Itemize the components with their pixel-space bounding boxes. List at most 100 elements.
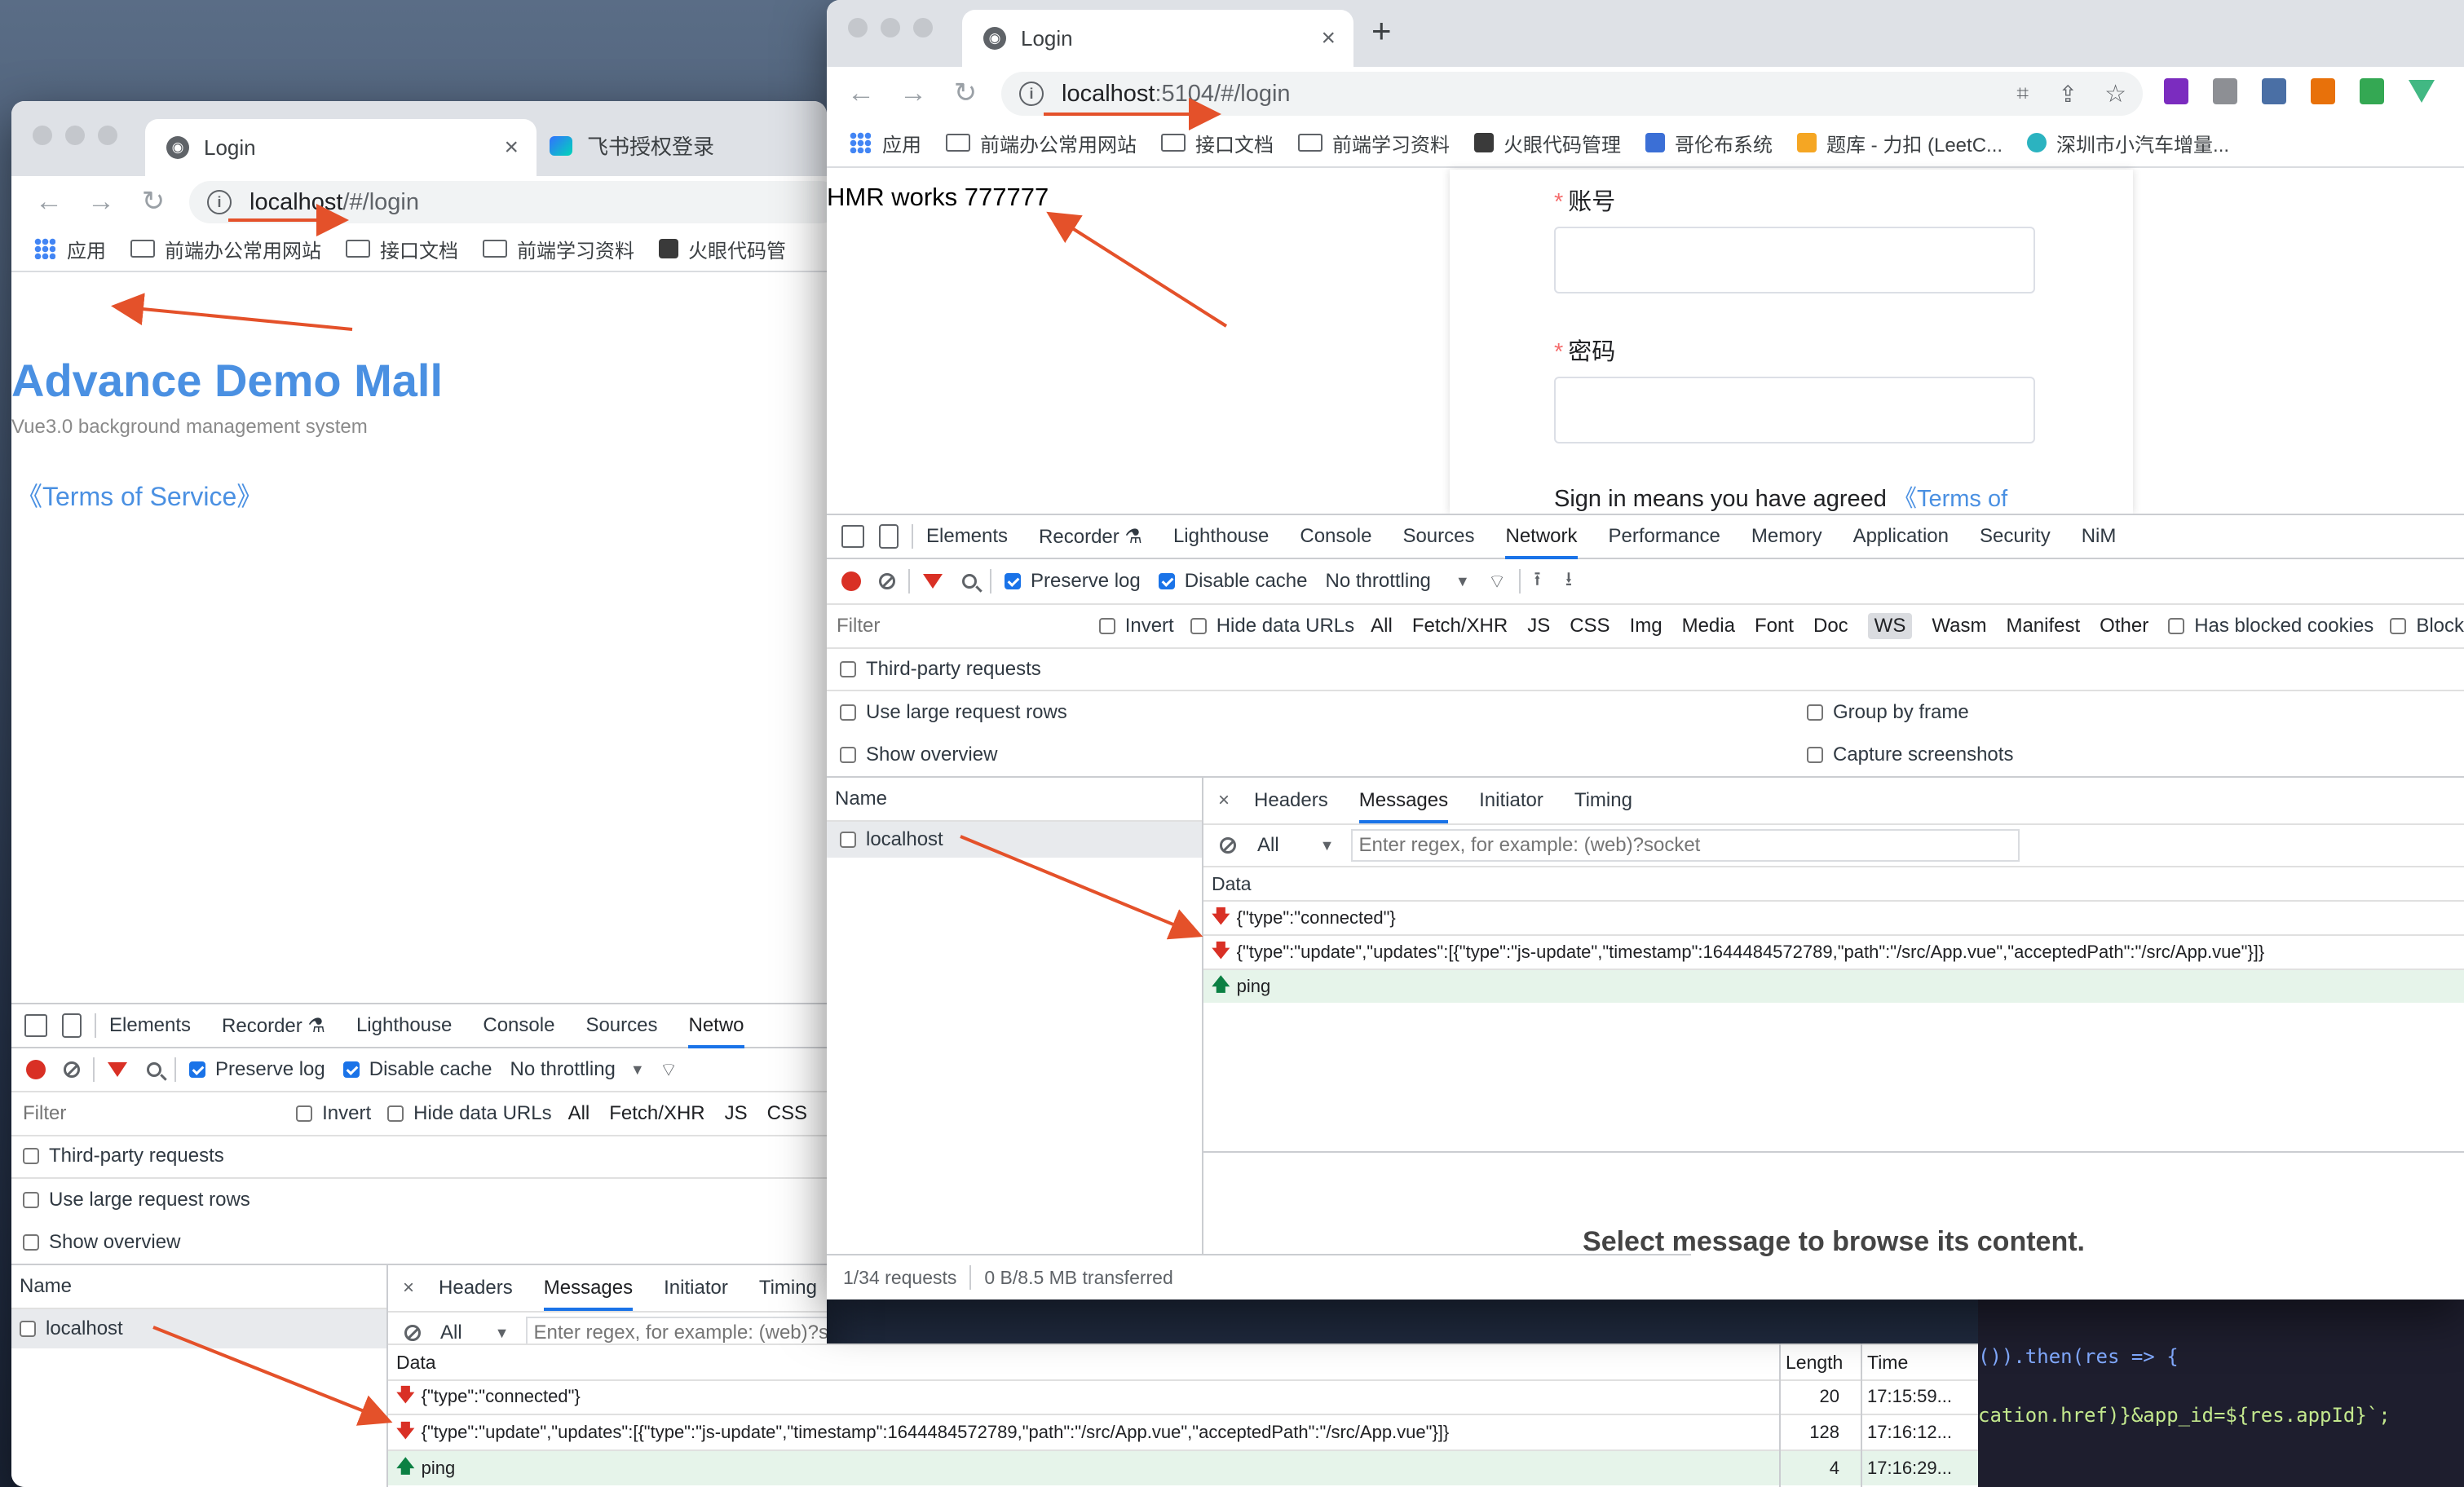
request-checkbox[interactable] — [20, 1321, 36, 1337]
record-icon[interactable] — [841, 571, 861, 591]
tab-recorder[interactable]: Recorder ⚗ — [1039, 525, 1142, 549]
type-js[interactable]: JS — [1527, 615, 1550, 638]
reload-icon[interactable]: ↻ — [939, 77, 991, 109]
request-row[interactable]: localhost — [11, 1309, 386, 1348]
extension-cube-icon[interactable] — [2360, 78, 2384, 104]
search-icon[interactable] — [147, 1062, 161, 1077]
capture-screenshots-checkbox[interactable] — [1807, 747, 1823, 763]
type-all[interactable]: All — [568, 1102, 590, 1125]
message-row[interactable]: 🡅 ping 4 17:16:29... — [388, 1451, 1978, 1485]
message-type-select[interactable]: All — [1257, 834, 1279, 857]
type-manifest[interactable]: Manifest — [2006, 615, 2080, 638]
tab-initiator[interactable]: Initiator — [664, 1277, 728, 1299]
request-row[interactable]: localhost — [827, 822, 1202, 858]
hide-data-urls-checkbox[interactable] — [387, 1105, 404, 1122]
message-row[interactable]: 🡇 {"type":"connected"} — [1203, 902, 2464, 936]
large-rows-checkbox[interactable] — [23, 1192, 39, 1208]
bookmark-folder[interactable]: 接口文档 — [346, 235, 458, 263]
bookmark-columbus[interactable]: 哥伦布系统 — [1645, 129, 1773, 157]
chevron-down-icon[interactable]: ▼ — [495, 1325, 510, 1342]
extension-print-icon[interactable] — [2262, 78, 2286, 104]
tab-lighthouse[interactable]: Lighthouse — [356, 1014, 452, 1037]
tab-security[interactable]: Security — [1980, 525, 2051, 548]
tab-messages[interactable]: Messages — [1358, 789, 1449, 823]
account-input[interactable] — [1554, 227, 2035, 293]
invert-checkbox[interactable] — [296, 1105, 313, 1122]
bookmark-shenzhen[interactable]: 深圳市小汽车增量... — [2027, 129, 2229, 157]
info-icon[interactable]: i — [207, 190, 232, 214]
type-fetch-xhr[interactable]: Fetch/XHR — [1412, 615, 1508, 638]
tab-network[interactable]: Netwo — [688, 1014, 744, 1048]
overview-checkbox[interactable] — [840, 747, 856, 763]
terms-link[interactable]: 《Terms of Service》 — [16, 476, 263, 514]
tab-recorder[interactable]: Recorder ⚗ — [222, 1014, 325, 1038]
clear-icon[interactable] — [64, 1061, 80, 1078]
close-icon[interactable]: × — [1321, 24, 1336, 52]
new-tab-button[interactable]: + — [1371, 11, 1392, 51]
message-type-select[interactable]: All — [440, 1322, 462, 1344]
tab-login[interactable]: ◉ Login × — [962, 10, 1353, 67]
preserve-log-checkbox[interactable] — [189, 1061, 205, 1078]
disable-cache-checkbox[interactable] — [342, 1061, 360, 1078]
type-ws[interactable]: WS — [1867, 613, 1913, 639]
tab-lighthouse[interactable]: Lighthouse — [1173, 525, 1269, 548]
bookmark-folder[interactable]: 前端学习资料 — [483, 235, 634, 263]
wifi-settings-icon[interactable]: ⌔ — [1488, 569, 1507, 593]
extension-copy-icon[interactable] — [2213, 78, 2237, 104]
disable-cache-checkbox[interactable] — [1158, 573, 1175, 589]
chevron-down-icon[interactable]: ▼ — [1320, 837, 1335, 854]
tab-elements[interactable]: Elements — [109, 1014, 191, 1037]
close-icon[interactable]: × — [403, 1277, 414, 1299]
wifi-settings-icon[interactable]: ⌔ — [660, 1057, 678, 1082]
bookmark-folder[interactable]: 接口文档 — [1161, 129, 1274, 157]
export-har-icon[interactable]: ⭳ — [1565, 565, 1572, 598]
translate-icon[interactable]: ⌗ — [2016, 81, 2029, 107]
message-row[interactable]: 🡅 ping — [1203, 970, 2464, 1003]
type-font[interactable]: Font — [1755, 615, 1794, 638]
type-js[interactable]: JS — [725, 1102, 748, 1125]
tab-feishu[interactable]: 飞书授权登录 — [550, 130, 714, 161]
message-row[interactable]: 🡇 {"type":"update","updates":[{"type":"j… — [388, 1415, 1978, 1451]
inspect-icon[interactable] — [841, 525, 864, 548]
has-blocked-cookies-checkbox[interactable] — [2168, 618, 2185, 634]
tab-console[interactable]: Console — [483, 1014, 554, 1037]
tab-headers[interactable]: Headers — [439, 1277, 513, 1299]
large-rows-checkbox[interactable] — [840, 704, 856, 721]
type-css[interactable]: CSS — [1570, 615, 1610, 638]
type-fetch-xhr[interactable]: Fetch/XHR — [609, 1102, 704, 1125]
tab-initiator[interactable]: Initiator — [1479, 789, 1543, 812]
throttling-select[interactable]: No throttling — [510, 1058, 615, 1081]
close-window-button[interactable] — [848, 18, 868, 38]
invert-checkbox[interactable] — [1098, 618, 1115, 634]
blocked-requests-checkbox[interactable] — [2390, 618, 2407, 634]
filter-input[interactable]: Filter — [837, 615, 1099, 638]
tab-performance[interactable]: Performance — [1609, 525, 1720, 548]
extension-vue-icon[interactable] — [2409, 80, 2435, 103]
terms-link[interactable]: 《Terms of — [1893, 486, 2007, 512]
close-icon[interactable]: × — [1218, 789, 1230, 812]
type-css[interactable]: CSS — [767, 1102, 807, 1125]
record-icon[interactable] — [26, 1060, 46, 1079]
type-img[interactable]: Img — [1630, 615, 1663, 638]
bookmark-folder[interactable]: 前端办公常用网站 — [130, 235, 321, 263]
extension-lock-icon[interactable] — [2311, 78, 2335, 104]
tab-login[interactable]: ◉ Login × — [145, 119, 537, 176]
forward-icon[interactable]: → — [75, 186, 127, 218]
clear-messages-icon[interactable] — [404, 1325, 421, 1341]
tab-console[interactable]: Console — [1300, 525, 1371, 548]
bookmark-apps[interactable]: 应用 — [34, 235, 106, 263]
search-icon[interactable] — [962, 574, 977, 589]
type-doc[interactable]: Doc — [1813, 615, 1848, 638]
message-regex-input[interactable]: Enter regex, for example: (web)?socket — [1350, 829, 2020, 862]
type-other[interactable]: Other — [2100, 615, 2148, 638]
overview-checkbox[interactable] — [23, 1234, 39, 1251]
type-wasm[interactable]: Wasm — [1932, 615, 1986, 638]
address-bar[interactable]: i localhost/#/login — [189, 181, 827, 223]
back-icon[interactable]: ← — [23, 186, 75, 218]
hide-data-urls-checkbox[interactable] — [1190, 618, 1207, 634]
clear-messages-icon[interactable] — [1220, 837, 1236, 854]
chevron-down-icon[interactable]: ▼ — [630, 1061, 645, 1079]
group-by-frame-checkbox[interactable] — [1807, 704, 1823, 721]
extension-rp-icon[interactable] — [2164, 78, 2188, 104]
third-party-checkbox[interactable] — [840, 661, 856, 677]
